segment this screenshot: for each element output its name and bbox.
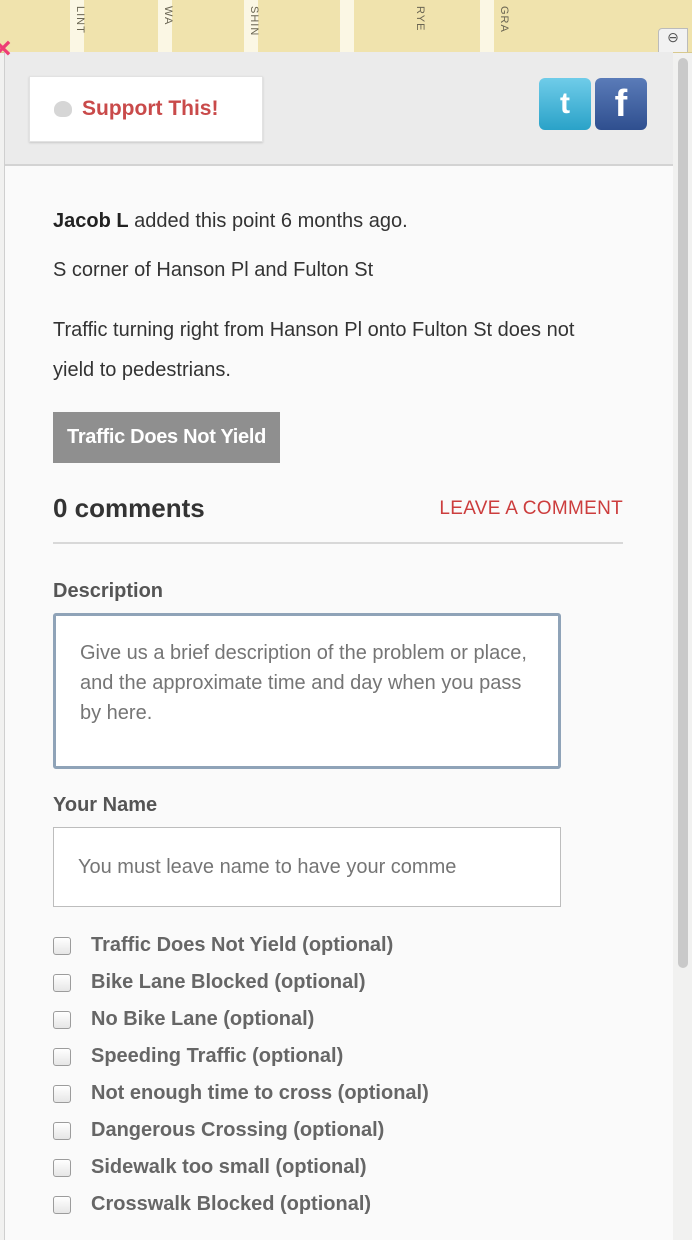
checkbox-row[interactable]: Speeding Traffic (optional): [53, 1038, 625, 1075]
checkbox-label[interactable]: Traffic Does Not Yield (optional): [91, 934, 393, 957]
map-background[interactable]: LINT WA SHIN RYE GRA ⊖: [0, 0, 692, 53]
social-share: t f: [539, 78, 647, 130]
point-meta: Jacob L added this point 6 months ago.: [53, 210, 625, 233]
checkbox-label[interactable]: No Bike Lane (optional): [91, 1008, 314, 1031]
name-field[interactable]: [53, 827, 561, 907]
description-field[interactable]: [53, 613, 561, 769]
checkbox[interactable]: [53, 936, 71, 955]
category-tag[interactable]: Traffic Does Not Yield: [53, 412, 281, 463]
checkbox[interactable]: [53, 1195, 71, 1214]
added-text: added this point 6 months ago.: [134, 210, 408, 232]
checkbox-row[interactable]: Sidewalk too small (optional): [53, 1149, 625, 1186]
checkbox[interactable]: [53, 1158, 71, 1177]
checkbox-label[interactable]: Crosswalk Blocked (optional): [91, 1193, 371, 1216]
checkbox-label[interactable]: Not enough time to cross (optional): [91, 1082, 429, 1105]
point-location: S corner of Hanson Pl and Fulton St: [53, 259, 374, 281]
close-icon[interactable]: ×: [0, 34, 12, 64]
map-street-label: RYE: [414, 6, 426, 32]
leave-comment-link[interactable]: LEAVE A COMMENT: [439, 498, 623, 520]
map-street-label: GRA: [498, 6, 510, 33]
checkbox-row[interactable]: Not enough time to cross (optional): [53, 1075, 625, 1112]
panel-header: Support This! t f: [5, 52, 673, 166]
checkbox-label[interactable]: Dangerous Crossing (optional): [91, 1119, 384, 1142]
comments-header: 0 comments LEAVE A COMMENT: [53, 493, 623, 544]
point-detail-panel: Support This! t f Jacob L added this poi…: [4, 52, 673, 1240]
map-street-label: WA: [162, 6, 174, 26]
checkbox[interactable]: [53, 1047, 71, 1066]
checkbox[interactable]: [53, 1084, 71, 1103]
name-label: Your Name: [53, 794, 158, 816]
checkbox-label[interactable]: Speeding Traffic (optional): [91, 1045, 343, 1068]
facebook-icon[interactable]: f: [595, 78, 647, 130]
map-street-label: LINT: [74, 6, 86, 34]
checkbox-row[interactable]: Dangerous Crossing (optional): [53, 1112, 625, 1149]
checkbox-row[interactable]: Crosswalk Blocked (optional): [53, 1186, 625, 1223]
description-label: Description: [53, 580, 164, 602]
map-street-label: SHIN: [248, 6, 260, 37]
checkbox[interactable]: [53, 1010, 71, 1029]
map-street: [480, 0, 494, 52]
scrollbar[interactable]: [678, 58, 688, 968]
heart-icon: [54, 101, 72, 117]
comments-count: 0 comments: [53, 493, 205, 523]
checkbox-row[interactable]: Bike Lane Blocked (optional): [53, 964, 625, 1001]
checkbox[interactable]: [53, 1121, 71, 1140]
map-street: [340, 0, 354, 52]
support-label: Support This!: [82, 97, 219, 120]
checkbox-row[interactable]: Traffic Does Not Yield (optional): [53, 927, 625, 964]
checkbox-row[interactable]: No Bike Lane (optional): [53, 1001, 625, 1038]
checkbox-label[interactable]: Bike Lane Blocked (optional): [91, 971, 365, 994]
checkbox-label[interactable]: Sidewalk too small (optional): [91, 1156, 367, 1179]
panel-content: Jacob L added this point 6 months ago. S…: [5, 210, 673, 1223]
point-description: Traffic turning right from Hanson Pl ont…: [53, 319, 575, 381]
twitter-icon[interactable]: t: [539, 78, 591, 130]
support-button[interactable]: Support This!: [29, 76, 263, 142]
zoom-out-icon[interactable]: ⊖: [658, 28, 688, 52]
checkbox[interactable]: [53, 973, 71, 992]
author-name[interactable]: Jacob L: [53, 210, 129, 232]
category-checkboxes: Traffic Does Not Yield (optional) Bike L…: [53, 927, 625, 1223]
